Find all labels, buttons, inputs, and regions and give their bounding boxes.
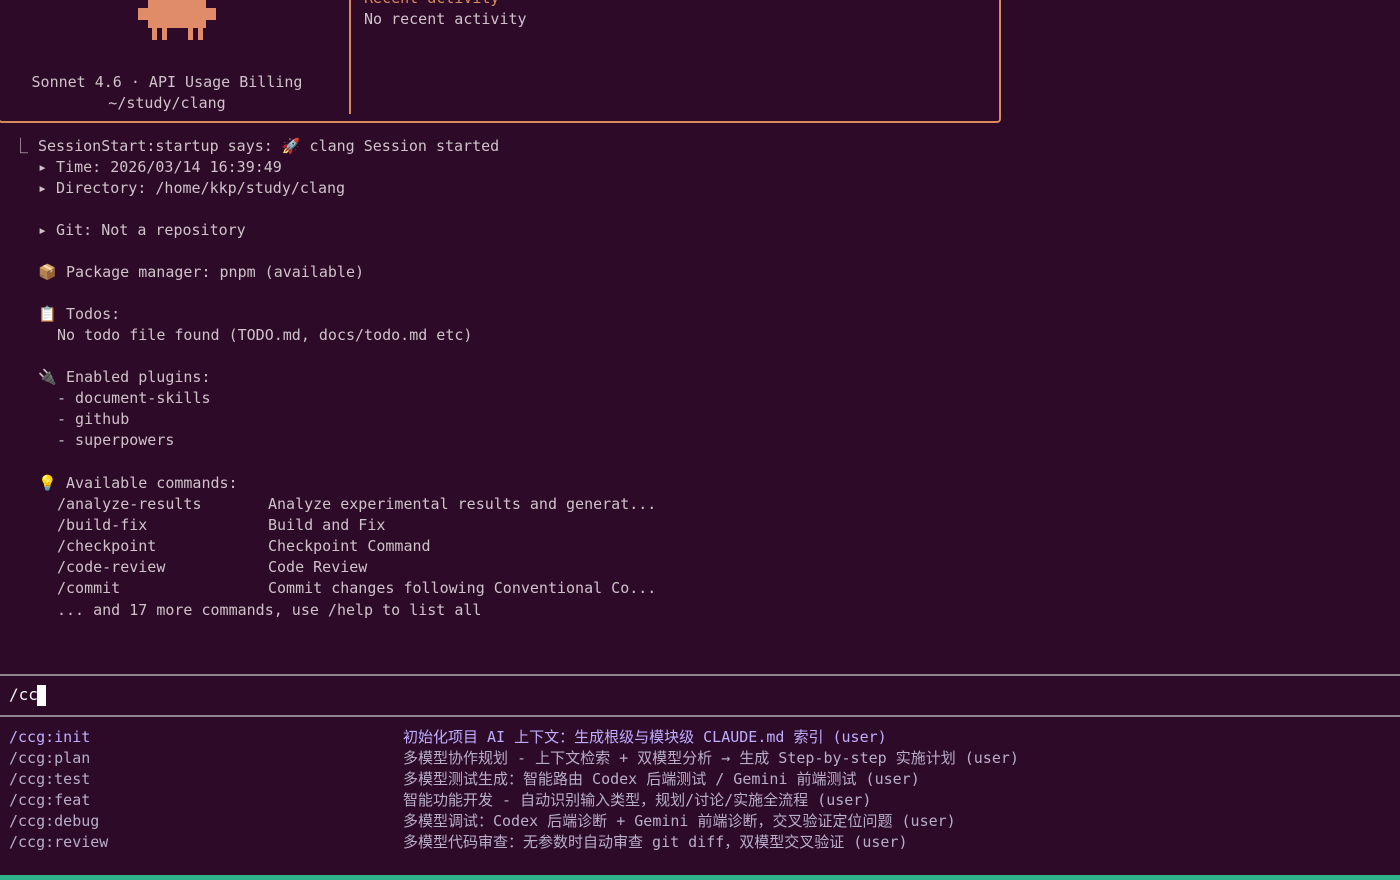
plugin-item: - superpowers (57, 431, 175, 449)
input-divider-bottom (0, 715, 1400, 717)
more-commands-line: ... and 17 more commands, use /help to l… (57, 601, 482, 619)
suggestion-desc[interactable]: 多模型调试：Codex 后端诊断 + Gemini 前端诊断，交叉验证定位问题 … (403, 811, 956, 832)
mascot-logo (138, 0, 216, 40)
command-desc: Build and Fix (268, 516, 386, 534)
plugins-title: Enabled plugins: (66, 368, 211, 386)
panel-divider (349, 0, 351, 114)
suggestion-name[interactable]: /ccg:plan (9, 748, 90, 769)
mascot-arm-left (138, 8, 148, 20)
command-name: /commit (57, 579, 121, 597)
session-start-line: SessionStart:startup says: 🚀 clang Sessi… (38, 137, 500, 155)
command-name: /build-fix (57, 516, 148, 534)
plugin-item: - github (57, 410, 130, 428)
mascot-leg (162, 28, 167, 40)
mascot-leg (198, 28, 203, 40)
command-desc: Commit changes following Conventional Co… (268, 579, 657, 597)
mascot-leg (152, 28, 157, 40)
suggestion-name[interactable]: /ccg:debug (9, 811, 99, 832)
command-desc: Code Review (268, 558, 368, 576)
suggestion-desc[interactable]: 智能功能开发 - 自动识别输入类型，规划/讨论/实施全流程 (user) (403, 790, 871, 811)
suggestion-name[interactable]: /ccg:feat (9, 790, 90, 811)
mascot-leg (188, 28, 193, 40)
tree-corner-icon: ⎿ (13, 137, 29, 155)
command-desc: Checkpoint Command (268, 537, 431, 555)
model-billing-line: Sonnet 4.6 · API Usage Billing (31, 73, 303, 91)
session-git: ▸ Git: Not a repository (38, 221, 246, 239)
recent-activity-text: No recent activity (364, 10, 527, 28)
package-icon: 📦 (38, 263, 57, 281)
suggestion-name[interactable]: /ccg:review (9, 832, 108, 853)
suggestion-desc[interactable]: 多模型测试生成：智能路由 Codex 后端测试 / Gemini 前端测试 (u… (403, 769, 920, 790)
mascot-arm-right (206, 8, 216, 20)
status-strip (0, 875, 1400, 880)
prompt-input[interactable]: /cc (9, 684, 38, 705)
plugin-item: - document-skills (57, 389, 211, 407)
package-manager-line: Package manager: pnpm (available) (66, 263, 365, 281)
session-time: ▸ Time: 2026/03/14 16:39:49 (38, 158, 282, 176)
clipboard-icon: 📋 (38, 305, 57, 323)
command-name: /analyze-results (57, 495, 202, 513)
suggestion-desc-selected[interactable]: 初始化项目 AI 上下文：生成根级与模块级 CLAUDE.md 索引 (user… (403, 727, 887, 748)
recent-activity-title: Recent activity (364, 0, 499, 9)
lightbulb-icon: 💡 (38, 474, 57, 492)
todos-text: No todo file found (TODO.md, docs/todo.m… (57, 326, 473, 344)
session-directory: ▸ Directory: /home/kkp/study/clang (38, 179, 346, 197)
working-directory: ~/study/clang (108, 94, 226, 112)
todos-title: Todos: (66, 305, 121, 323)
input-divider-top (0, 674, 1400, 676)
commands-title: Available commands: (66, 474, 238, 492)
command-desc: Analyze experimental results and generat… (268, 495, 657, 513)
suggestion-desc[interactable]: 多模型协作规划 - 上下文检索 + 双模型分析 → 生成 Step-by-ste… (403, 748, 1019, 769)
mascot-body (148, 0, 206, 28)
text-cursor (37, 685, 46, 706)
suggestion-name-selected[interactable]: /ccg:init (9, 727, 90, 748)
command-name: /checkpoint (57, 537, 157, 555)
plug-icon: 🔌 (38, 368, 57, 386)
suggestion-name[interactable]: /ccg:test (9, 769, 90, 790)
suggestion-desc[interactable]: 多模型代码审查：无参数时自动审查 git diff，双模型交叉验证 (user) (403, 832, 908, 853)
command-name: /code-review (57, 558, 166, 576)
